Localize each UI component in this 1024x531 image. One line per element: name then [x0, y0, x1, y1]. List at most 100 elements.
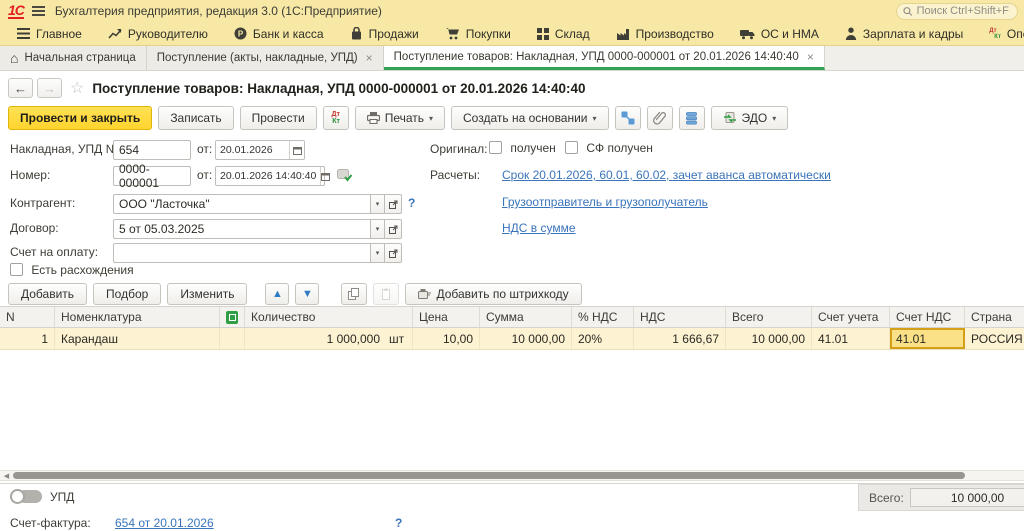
show-postings-button[interactable]: ДтКт [323, 106, 349, 130]
payment-invoice-field[interactable] [113, 243, 371, 263]
document-toolbar: Провести и закрыть Записать Провести ДтК… [8, 106, 788, 130]
calendar-icon[interactable] [320, 167, 330, 185]
chevron-down-icon[interactable]: ▾ [371, 194, 385, 214]
col-nomenclature[interactable]: Номенклатура [55, 307, 220, 327]
add-row-button[interactable]: Добавить [8, 283, 87, 305]
section-menu-bar: Главное Руководителю Р Банк и касса Прод… [0, 22, 1024, 46]
open-item-icon[interactable] [385, 219, 402, 239]
menu-item-os-i-nma[interactable]: ОС и НМА [727, 22, 832, 45]
discrepancies-checkbox[interactable]: Есть расхождения [10, 263, 134, 277]
horizontal-scrollbar[interactable]: ◀ [0, 470, 1024, 481]
menu-item-proizvodstvo[interactable]: Производство [603, 22, 727, 45]
upd-toggle[interactable] [10, 489, 42, 504]
col-content-flag[interactable] [220, 307, 245, 327]
create-based-on-button[interactable]: Создать на основании ▾ [451, 106, 609, 130]
original-received-checkbox[interactable]: получен [489, 141, 556, 155]
cell-total[interactable]: 10 000,00 [726, 328, 812, 349]
paste-rows-button[interactable] [373, 283, 399, 305]
invoice-help[interactable]: ? [395, 516, 402, 530]
open-item-icon[interactable] [385, 243, 402, 263]
checkbox-icon[interactable] [489, 141, 502, 154]
menu-item-operacii[interactable]: ДтКт Операции [976, 22, 1024, 45]
invoice-link[interactable]: 654 от 20.01.2026 [115, 516, 214, 530]
checkbox-icon[interactable] [565, 141, 578, 154]
shipper-consignee-link[interactable]: Грузоотправитель и грузополучатель [502, 195, 708, 209]
counterparty-field[interactable]: ООО "Ласточка" [113, 194, 371, 214]
document-datetime-field[interactable]: 20.01.2026 14:40:40 [215, 166, 325, 186]
tab-home[interactable]: ⌂ Начальная страница [0, 46, 147, 70]
close-icon[interactable]: × [366, 51, 373, 65]
post-and-close-button[interactable]: Провести и закрыть [8, 106, 152, 130]
chevron-down-icon[interactable]: ▾ [371, 243, 385, 263]
menu-item-glavnoe[interactable]: Главное [4, 22, 95, 45]
main-menu-icon[interactable] [32, 6, 45, 16]
cell-vat-account-selected[interactable]: 41.01 [890, 328, 965, 349]
cell-n[interactable]: 1 [0, 328, 55, 349]
edit-row-button[interactable]: Изменить [167, 283, 247, 305]
post-button[interactable]: Провести [240, 106, 317, 130]
col-vat[interactable]: НДС [634, 307, 726, 327]
move-down-button[interactable]: ▼ [295, 283, 319, 305]
related-documents-button[interactable] [615, 106, 641, 130]
cell-vat-rate[interactable]: 20% [572, 328, 634, 349]
copy-rows-button[interactable] [341, 283, 367, 305]
global-search[interactable] [896, 3, 1018, 20]
calendar-icon[interactable] [289, 141, 304, 159]
open-item-icon[interactable] [385, 194, 402, 214]
cell-content-flag[interactable] [220, 328, 245, 349]
edo-button[interactable]: ЭДО ▾ [711, 106, 789, 130]
forward-button[interactable]: → [37, 78, 62, 98]
settlements-link[interactable]: Срок 20.01.2026, 60.01, 60.02, зачет ава… [502, 168, 831, 182]
invoice-number-field[interactable]: 654 [113, 140, 191, 160]
cell-quantity[interactable]: 1 000,000шт [245, 328, 413, 349]
tab-receipts-list[interactable]: Поступление (акты, накладные, УПД) × [147, 46, 384, 70]
chevron-down-icon[interactable]: ▾ [371, 219, 385, 239]
tab-goods-receipt-document[interactable]: Поступление товаров: Накладная, УПД 0000… [384, 46, 825, 70]
col-price[interactable]: Цена [413, 307, 480, 327]
cell-nomenclature[interactable]: Карандаш [55, 328, 220, 349]
pick-items-button[interactable]: Подбор [93, 283, 161, 305]
attachments-button[interactable] [647, 106, 673, 130]
col-total[interactable]: Всего [726, 307, 812, 327]
invoice-date-field[interactable]: 20.01.2026 [215, 140, 305, 160]
contract-label: Договор: [10, 221, 59, 235]
cell-country[interactable]: РОССИЯ [965, 328, 1024, 349]
scrollbar-thumb[interactable] [13, 472, 965, 479]
col-account[interactable]: Счет учета [812, 307, 890, 327]
cell-price[interactable]: 10,00 [413, 328, 480, 349]
close-icon[interactable]: × [807, 50, 814, 64]
col-country[interactable]: Страна [965, 307, 1024, 327]
col-vat-rate[interactable]: % НДС [572, 307, 634, 327]
reports-stack-button[interactable] [679, 106, 705, 130]
table-empty-area[interactable] [0, 350, 1024, 471]
set-current-date-icon[interactable] [337, 169, 352, 185]
col-vat-account[interactable]: Счет НДС [890, 307, 965, 327]
cell-vat[interactable]: 1 666,67 [634, 328, 726, 349]
move-up-button[interactable]: ▲ [265, 283, 289, 305]
add-by-barcode-button[interactable]: Добавить по штрихкоду [405, 283, 581, 305]
document-number-field[interactable]: 0000-000001 [113, 166, 191, 186]
menu-item-zarplata-i-kadry[interactable]: Зарплата и кадры [832, 22, 976, 45]
sf-received-checkbox[interactable]: СФ получен [565, 141, 653, 155]
table-row[interactable]: 1 Карандаш 1 000,000шт 10,00 10 000,00 2… [0, 328, 1024, 350]
print-button[interactable]: Печать ▾ [355, 106, 445, 130]
contract-field[interactable]: 5 от 05.03.2025 [113, 219, 371, 239]
menu-item-rukovoditelyu[interactable]: Руководителю [95, 22, 221, 45]
menu-item-prodazhi[interactable]: Продажи [337, 22, 432, 45]
menu-item-bank-i-kassa[interactable]: Р Банк и касса [221, 22, 337, 45]
scroll-left-icon[interactable]: ◀ [0, 471, 13, 480]
col-sum[interactable]: Сумма [480, 307, 572, 327]
menu-item-sklad[interactable]: Склад [524, 22, 603, 45]
back-button[interactable]: ← [8, 78, 33, 98]
vat-in-sum-link[interactable]: НДС в сумме [502, 221, 576, 235]
save-button[interactable]: Записать [158, 106, 233, 130]
cell-account[interactable]: 41.01 [812, 328, 890, 349]
search-input[interactable] [917, 5, 1011, 17]
col-quantity[interactable]: Количество [245, 307, 413, 327]
favorite-star-icon[interactable]: ☆ [70, 78, 84, 98]
col-n[interactable]: N [0, 307, 55, 327]
checkbox-icon[interactable] [10, 263, 23, 276]
cell-sum[interactable]: 10 000,00 [480, 328, 572, 349]
menu-item-pokupki[interactable]: Покупки [432, 22, 524, 45]
counterparty-help[interactable]: ? [408, 196, 415, 210]
